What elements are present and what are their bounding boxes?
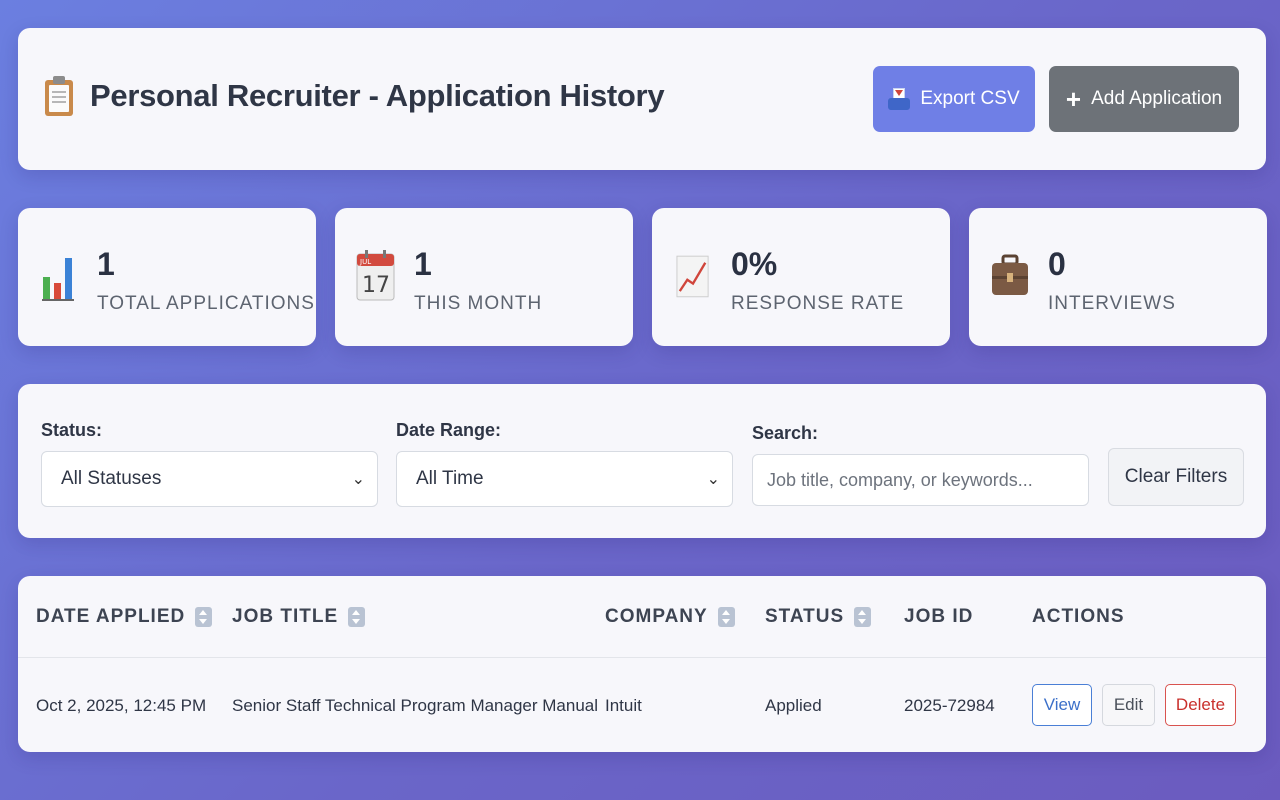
column-header-label: JOB TITLE: [232, 606, 339, 627]
column-header-job-id: JOB ID: [904, 606, 973, 628]
date-range-filter-label: Date Range:: [396, 420, 502, 440]
filters-card: Status: All Statuses ⌄ Date Range: All T…: [18, 384, 1266, 538]
search-label: Search:: [752, 423, 819, 443]
cell-status: Applied: [765, 696, 822, 715]
cell-job-id: 2025-72984: [904, 696, 995, 715]
status-select[interactable]: All Statuses ⌄: [41, 451, 378, 507]
export-csv-button[interactable]: Export CSV: [873, 66, 1035, 132]
delete-button[interactable]: Delete: [1165, 684, 1236, 726]
column-header-status[interactable]: STATUS: [765, 606, 872, 628]
sort-icon[interactable]: [854, 607, 872, 627]
column-header-actions: ACTIONS: [1032, 606, 1125, 628]
column-header-label: COMPANY: [605, 606, 708, 627]
cell-job-title: Senior Staff Technical Program Manager M…: [232, 696, 599, 715]
outbox-tray-icon: [888, 88, 911, 110]
status-select-value: All Statuses: [61, 468, 162, 489]
title-group: Personal Recruiter - Application History: [44, 76, 665, 116]
date-range-select-value: All Time: [416, 468, 484, 489]
page-title: Personal Recruiter - Application History: [90, 78, 665, 113]
status-filter-label: Status:: [41, 420, 103, 440]
column-header-label: STATUS: [765, 606, 845, 627]
column-header-label: ACTIONS: [1032, 606, 1125, 627]
chevron-down-icon: ⌄: [706, 471, 720, 488]
stat-card-this-month: JUL 17 1 THIS MONTH: [335, 208, 633, 346]
cell-company: Intuit: [605, 696, 642, 715]
clear-filters-button[interactable]: Clear Filters: [1108, 448, 1244, 506]
stat-card-total-applications: 1 TOTAL APPLICATIONS: [18, 208, 316, 346]
trend-chart-icon: [676, 255, 709, 298]
sort-icon[interactable]: [348, 607, 366, 627]
stat-label: INTERVIEWS: [1048, 293, 1176, 314]
table-divider: [18, 657, 1266, 658]
sort-icon[interactable]: [717, 607, 735, 627]
header-card: Personal Recruiter - Application History…: [18, 28, 1266, 170]
view-button[interactable]: View: [1032, 684, 1092, 726]
column-header-job-title[interactable]: JOB TITLE: [232, 606, 366, 628]
export-csv-label: Export CSV: [920, 88, 1020, 109]
stat-label: THIS MONTH: [414, 293, 543, 314]
applications-table: DATE APPLIED JOB TITLE COMPANY STATUS JO…: [18, 576, 1266, 752]
edit-button[interactable]: Edit: [1102, 684, 1155, 726]
bar-chart-icon: [42, 258, 74, 301]
date-range-select[interactable]: All Time ⌄: [396, 451, 733, 507]
stat-value: 1: [414, 246, 432, 282]
column-header-company[interactable]: COMPANY: [605, 606, 735, 628]
column-header-label: DATE APPLIED: [36, 606, 186, 627]
stat-value: 0: [1048, 246, 1066, 282]
stat-label: RESPONSE RATE: [731, 293, 905, 314]
calendar-day: 17: [362, 273, 390, 298]
column-header-label: JOB ID: [904, 606, 974, 627]
chevron-down-icon: ⌄: [351, 471, 365, 488]
calendar-month: JUL: [359, 258, 371, 266]
add-application-button[interactable]: + Add Application: [1049, 66, 1239, 132]
stat-card-response-rate: 0% RESPONSE RATE: [652, 208, 950, 346]
clipboard-icon: [44, 76, 74, 116]
cell-date-applied: Oct 2, 2025, 12:45 PM: [36, 696, 207, 715]
stat-value: 1: [97, 246, 115, 282]
stat-value: 0%: [731, 246, 778, 282]
column-header-date-applied[interactable]: DATE APPLIED: [36, 606, 213, 628]
stat-card-interviews: 0 INTERVIEWS: [969, 208, 1267, 346]
search-input[interactable]: [752, 454, 1089, 506]
stat-label: TOTAL APPLICATIONS: [97, 293, 315, 314]
calendar-icon: JUL 17: [356, 250, 395, 301]
sort-icon[interactable]: [195, 607, 213, 627]
briefcase-icon: [992, 254, 1028, 295]
plus-icon: +: [1065, 84, 1082, 114]
add-application-label: Add Application: [1091, 88, 1223, 109]
